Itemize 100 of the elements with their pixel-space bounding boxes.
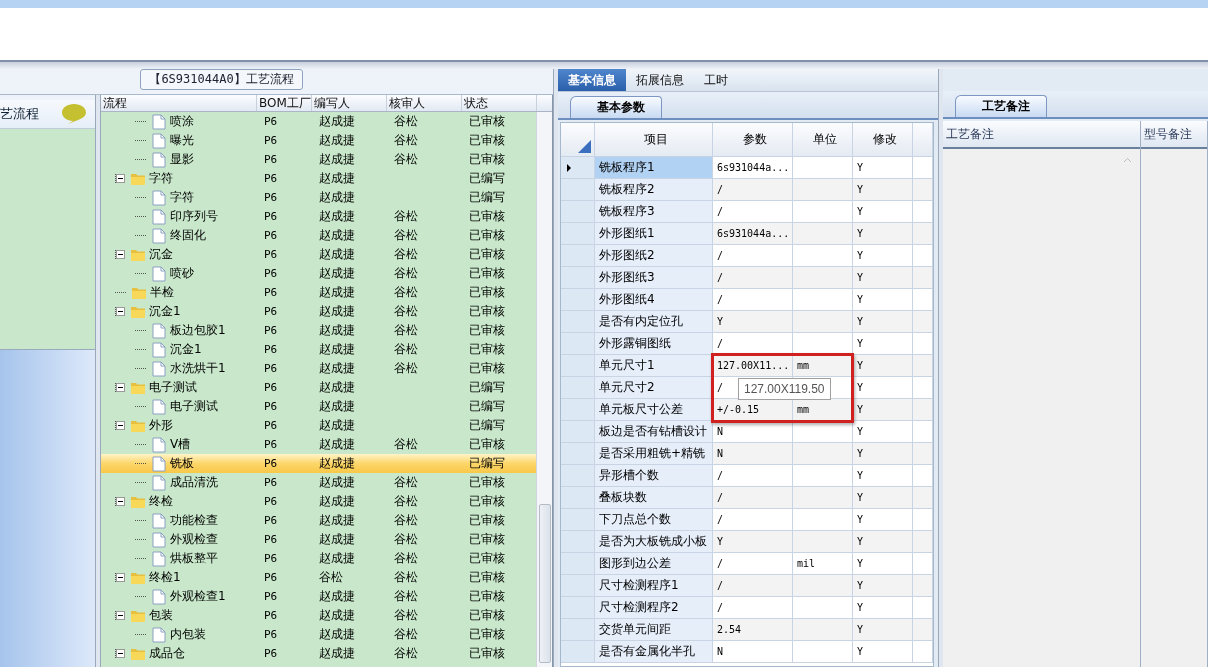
scroll-up-icon[interactable] — [1123, 157, 1132, 163]
table-cell[interactable]: 交货单元间距 — [595, 619, 713, 641]
column-header[interactable]: 参数 — [713, 123, 793, 157]
table-cell[interactable]: Y — [713, 311, 793, 333]
column-header[interactable]: 单位 — [793, 123, 853, 157]
collapse-icon[interactable] — [116, 174, 125, 183]
tree-row[interactable]: 外观检查1 P6 赵成捷 谷松 已审核 — [101, 587, 537, 606]
tree-row[interactable]: 内包装 P6 赵成捷 谷松 已审核 — [101, 625, 537, 644]
row-header[interactable] — [561, 157, 595, 179]
column-header[interactable]: 状态 — [462, 95, 537, 111]
tree-row[interactable]: 字符 P6 赵成捷 已编写 — [101, 188, 537, 207]
table-cell[interactable]: Y — [853, 641, 913, 663]
collapse-icon[interactable] — [116, 383, 125, 392]
tree-row[interactable]: 字符 P6 赵成捷 已编写 — [101, 169, 537, 188]
section-tab[interactable]: 基本参数 — [570, 96, 662, 118]
table-cell[interactable]: Y — [853, 355, 913, 377]
table-cell[interactable]: / — [713, 575, 793, 597]
table-cell[interactable]: Y — [853, 179, 913, 201]
table-row[interactable]: 外形图纸1 6s931044a... Y — [561, 223, 933, 245]
tab[interactable]: 基本信息 — [558, 69, 626, 91]
collapse-icon[interactable] — [116, 421, 125, 430]
empty-cell[interactable] — [793, 641, 853, 663]
table-cell[interactable]: 外形图纸2 — [595, 245, 713, 267]
table-cell[interactable]: 尺寸检测程序2 — [595, 597, 713, 619]
table-cell[interactable]: Y — [853, 487, 913, 509]
table-cell[interactable]: Y — [853, 443, 913, 465]
table-cell[interactable]: 是否为大板铣成小板 — [595, 531, 713, 553]
column-header[interactable]: 编写人 — [312, 95, 387, 111]
table-row[interactable]: 尺寸检测程序1 / Y — [561, 575, 933, 597]
tree-row[interactable]: 半检 P6 赵成捷 谷松 已审核 — [101, 283, 537, 302]
table-cell[interactable]: 是否有金属化半孔 — [595, 641, 713, 663]
table-cell[interactable]: 是否有内定位孔 — [595, 311, 713, 333]
table-cell[interactable]: 叠板块数 — [595, 487, 713, 509]
collapse-icon[interactable] — [116, 611, 125, 620]
selected-row[interactable]: 铣板 P6 赵成捷 已编写 — [101, 454, 537, 473]
table-cell[interactable]: 图形到边公差 — [595, 553, 713, 575]
table-row[interactable]: 单元板尺寸公差 +/-0.15 mm Y — [561, 399, 933, 421]
table-cell[interactable]: N — [713, 641, 793, 663]
table-cell[interactable]: Y — [853, 531, 913, 553]
table-cell[interactable]: 6s931044a... — [713, 223, 793, 245]
table-cell[interactable]: / — [713, 333, 793, 355]
column-header[interactable]: 工艺备注 — [943, 121, 1140, 149]
column-header[interactable]: 流程 — [101, 95, 257, 111]
tree-row[interactable]: V槽 P6 赵成捷 谷松 已审核 — [101, 435, 537, 454]
column-header[interactable]: 修改 — [853, 123, 913, 157]
tab[interactable]: 拓展信息 — [626, 69, 694, 91]
table-cell[interactable]: / — [713, 267, 793, 289]
table-cell[interactable]: / — [713, 179, 793, 201]
table-row[interactable]: 是否有内定位孔 Y Y — [561, 311, 933, 333]
table-cell[interactable]: 127.00X11... — [713, 355, 793, 377]
table-cell[interactable]: Y — [853, 223, 913, 245]
table-cell[interactable]: 是否采用粗铣+精铣 — [595, 443, 713, 465]
table-row[interactable]: 单元尺寸1 127.00X11... mm Y — [561, 355, 933, 377]
tree-row[interactable]: 喷涂 P6 赵成捷 谷松 已审核 — [101, 112, 537, 131]
table-row[interactable]: 外形图纸3 / Y — [561, 267, 933, 289]
collapse-icon[interactable] — [116, 497, 125, 506]
collapse-icon[interactable] — [116, 573, 125, 582]
tree-row[interactable]: 板边包胶1 P6 赵成捷 谷松 已审核 — [101, 321, 537, 340]
tree-row[interactable]: 终检 P6 赵成捷 谷松 已审核 — [101, 492, 537, 511]
table-cell[interactable]: Y — [853, 267, 913, 289]
tree-row[interactable]: 包装 P6 赵成捷 谷松 已审核 — [101, 606, 537, 625]
tree-row[interactable]: 功能检查 P6 赵成捷 谷松 已审核 — [101, 511, 537, 530]
tree-row[interactable]: 终固化 P6 赵成捷 谷松 已审核 — [101, 226, 537, 245]
splitter-bar[interactable] — [0, 60, 1208, 69]
table-cell[interactable]: Y — [713, 531, 793, 553]
table-cell[interactable]: 铣板程序2 — [595, 179, 713, 201]
table-cell[interactable]: 下刀点总个数 — [595, 509, 713, 531]
tree-row[interactable]: 电子测试 P6 赵成捷 已编写 — [101, 378, 537, 397]
tree-row[interactable]: 终检1 P6 谷松 谷松 已审核 — [101, 568, 537, 587]
table-row[interactable]: 交货单元间距 2.54 Y — [561, 619, 933, 641]
table-cell[interactable]: 2.54 — [713, 619, 793, 641]
tree-row[interactable]: 显影 P6 赵成捷 谷松 已审核 — [101, 150, 537, 169]
table-cell[interactable]: Y — [853, 575, 913, 597]
table-row[interactable]: 铣板程序2 / Y — [561, 179, 933, 201]
speech-bubble-icon[interactable] — [61, 103, 87, 125]
tree-row[interactable]: 成品仓 P6 赵成捷 谷松 已审核 — [101, 644, 537, 663]
table-row[interactable]: 是否采用粗铣+精铣 N Y — [561, 443, 933, 465]
tree-row[interactable]: 成品清洗 P6 赵成捷 谷松 已审核 — [101, 473, 537, 492]
tree-row[interactable]: 印序列号 P6 赵成捷 谷松 已审核 — [101, 207, 537, 226]
scrollbar[interactable] — [536, 112, 552, 667]
table-cell[interactable]: 外形图纸3 — [595, 267, 713, 289]
table-cell[interactable]: mm — [793, 355, 853, 377]
table-cell[interactable]: 外形图纸1 — [595, 223, 713, 245]
table-cell[interactable]: Y — [853, 619, 913, 641]
section-tab[interactable]: 工艺备注 — [955, 95, 1047, 117]
splitter-bar[interactable] — [938, 69, 943, 667]
table-cell[interactable]: / — [713, 487, 793, 509]
table-cell[interactable]: 异形槽个数 — [595, 465, 713, 487]
collapse-icon[interactable] — [116, 250, 125, 259]
table-cell[interactable]: Y — [853, 311, 913, 333]
collapse-icon[interactable] — [116, 649, 125, 658]
column-header[interactable]: BOM工厂 — [257, 95, 312, 111]
table-cell[interactable]: 铣板程序3 — [595, 201, 713, 223]
table-cell[interactable]: 外形图纸4 — [595, 289, 713, 311]
tree-row[interactable]: 沉金 P6 赵成捷 谷松 已审核 — [101, 245, 537, 264]
tree-row[interactable]: 曝光 P6 赵成捷 谷松 已审核 — [101, 131, 537, 150]
tree-row[interactable]: 水洗烘干1 P6 赵成捷 谷松 已审核 — [101, 359, 537, 378]
splitter-bar[interactable] — [95, 95, 101, 667]
table-cell[interactable]: 单元板尺寸公差 — [595, 399, 713, 421]
table-row[interactable]: 叠板块数 / Y — [561, 487, 933, 509]
